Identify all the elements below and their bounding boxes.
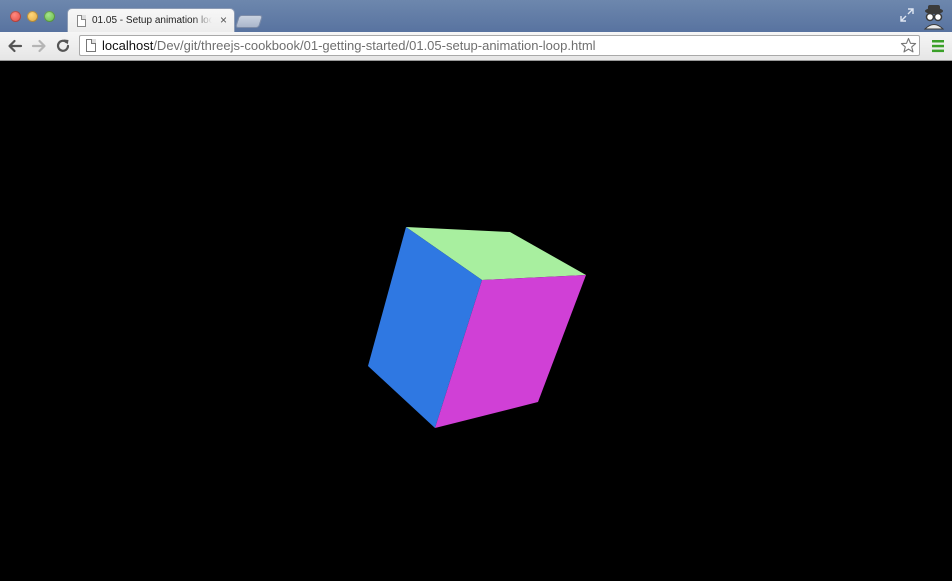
tab-title: 01.05 - Setup animation loop [92, 15, 212, 26]
maximize-window-button[interactable] [44, 11, 55, 22]
url-host: localhost [102, 38, 154, 53]
webgl-canvas[interactable] [0, 61, 952, 581]
fullscreen-icon[interactable] [900, 8, 914, 22]
page-icon [86, 39, 96, 52]
new-tab-button[interactable] [234, 15, 264, 28]
document-icon [77, 15, 86, 27]
incognito-icon [923, 5, 945, 30]
forward-arrow-icon[interactable] [30, 37, 48, 55]
minimize-window-button[interactable] [27, 11, 38, 22]
url-text: localhost/Dev/git/threejs-cookbook/01-ge… [102, 39, 596, 53]
hamburger-menu-icon[interactable] [932, 39, 944, 53]
back-arrow-icon[interactable] [6, 37, 24, 55]
tab-close-button[interactable]: × [220, 13, 227, 27]
reload-icon[interactable] [54, 37, 72, 55]
browser-toolbar: localhost/Dev/git/threejs-cookbook/01-ge… [0, 32, 952, 61]
cube-scene [368, 227, 586, 428]
close-window-button[interactable] [10, 11, 21, 22]
tab-active[interactable]: 01.05 - Setup animation loop × [67, 8, 235, 34]
browser-window: 01.05 - Setup animation loop × localhost… [0, 0, 952, 581]
star-icon[interactable] [900, 37, 917, 54]
address-bar[interactable]: localhost/Dev/git/threejs-cookbook/01-ge… [79, 35, 920, 56]
url-path: /Dev/git/threejs-cookbook/01-getting-sta… [153, 38, 596, 53]
tab-strip: 01.05 - Setup animation loop × [0, 0, 952, 34]
